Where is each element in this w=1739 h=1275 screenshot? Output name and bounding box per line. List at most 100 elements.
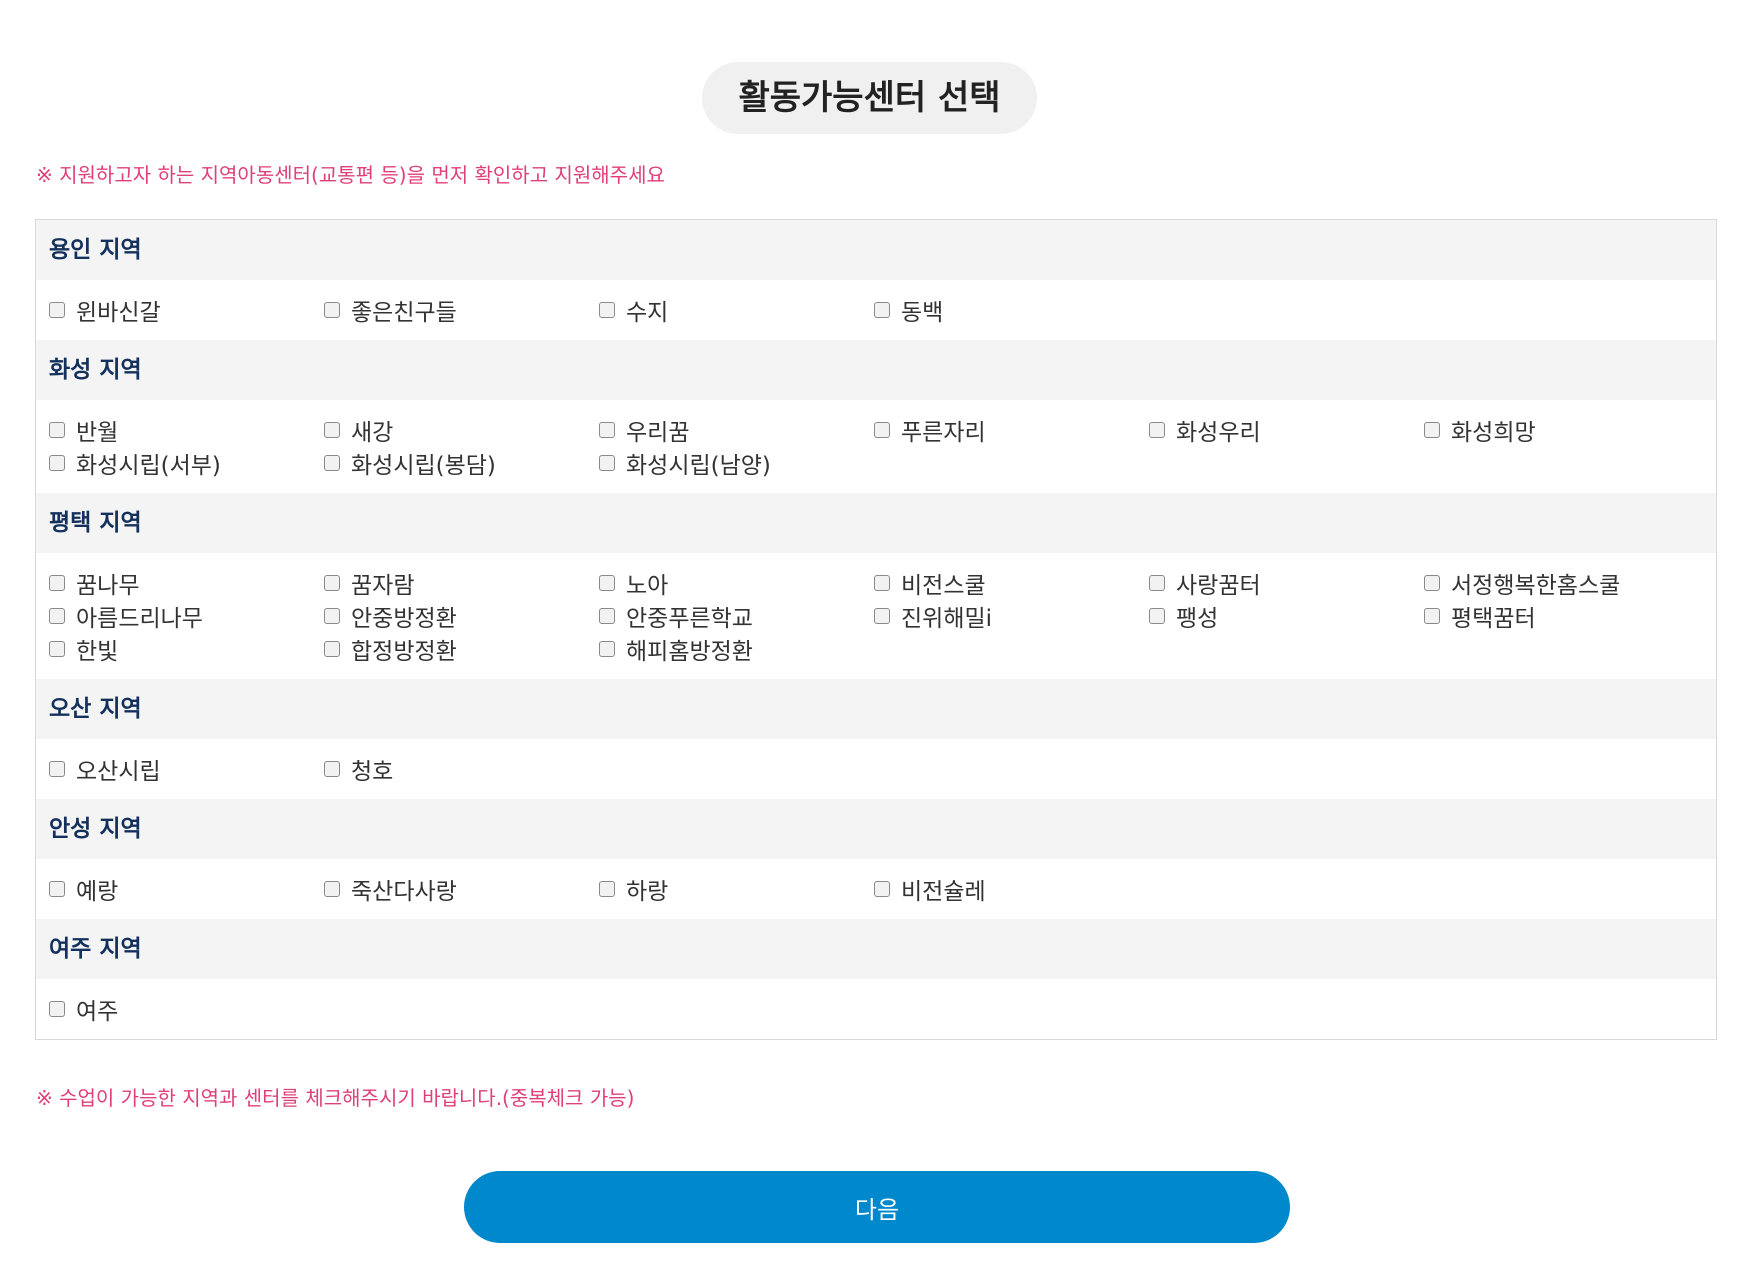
checkbox[interactable] — [324, 574, 340, 591]
region-heading-yeoju: 여주 지역 — [36, 919, 1716, 979]
center-checkbox-item[interactable]: 우리꿈 — [599, 413, 874, 446]
checkbox[interactable] — [874, 421, 890, 438]
center-checkbox-item[interactable]: 꿈나무 — [49, 566, 324, 599]
center-label: 화성시립(남양) — [626, 452, 771, 479]
center-label: 하랑 — [626, 878, 669, 905]
center-checkbox-item[interactable]: 비전스쿨 — [874, 566, 1149, 599]
center-checkbox-item[interactable]: 동백 — [874, 293, 1149, 326]
checkbox[interactable] — [599, 421, 615, 438]
region-options-osan: 오산시립 청호 — [36, 739, 1716, 799]
checkbox[interactable] — [1149, 421, 1165, 438]
next-button[interactable]: 다음 — [464, 1171, 1290, 1243]
checkbox[interactable] — [1424, 574, 1440, 591]
center-checkbox-item[interactable]: 반월 — [49, 413, 324, 446]
region-heading-hwaseong: 화성 지역 — [36, 340, 1716, 400]
center-checkbox-item[interactable]: 여주 — [49, 992, 324, 1025]
checkbox[interactable] — [599, 607, 615, 624]
center-label: 꿈나무 — [76, 572, 140, 599]
center-checkbox-item[interactable]: 화성희망 — [1424, 413, 1699, 446]
checkbox[interactable] — [49, 640, 65, 657]
checkbox[interactable] — [1424, 607, 1440, 624]
center-checkbox-item[interactable]: 푸른자리 — [874, 413, 1149, 446]
checkbox[interactable] — [1149, 607, 1165, 624]
center-checkbox-item[interactable]: 아름드리나무 — [49, 599, 324, 632]
checkbox[interactable] — [49, 421, 65, 438]
center-checkbox-item[interactable]: 화성시립(남양) — [599, 446, 874, 479]
center-label: 여주 — [76, 998, 119, 1025]
region-list: 용인 지역 윈바신갈 좋은친구들 수지 동백 화성 지역 반월 새강 우리꿈 푸… — [35, 219, 1717, 1040]
checkbox[interactable] — [49, 301, 65, 318]
checkbox[interactable] — [49, 607, 65, 624]
center-label: 화성희망 — [1451, 419, 1536, 446]
checkbox[interactable] — [324, 640, 340, 657]
checkbox[interactable] — [324, 880, 340, 897]
checkbox[interactable] — [599, 301, 615, 318]
center-checkbox-item[interactable]: 평택꿈터 — [1424, 599, 1699, 632]
center-checkbox-item[interactable]: 안중방정환 — [324, 599, 599, 632]
center-label: 꿈자람 — [351, 572, 415, 599]
checkbox[interactable] — [49, 880, 65, 897]
checkbox[interactable] — [1149, 574, 1165, 591]
center-checkbox-item[interactable]: 죽산다사랑 — [324, 872, 599, 905]
center-checkbox-item[interactable]: 예랑 — [49, 872, 324, 905]
page-title: 활동가능센터 선택 — [702, 62, 1037, 134]
checkbox[interactable] — [324, 421, 340, 438]
center-checkbox-item[interactable]: 화성우리 — [1149, 413, 1424, 446]
region-options-pyeongtaek: 꿈나무 꿈자람 노아 비전스쿨 사랑꿈터 서정행복한홈스쿨 아름드리나무 안중방… — [36, 553, 1716, 679]
center-label: 합정방정환 — [351, 638, 457, 665]
checkbox[interactable] — [874, 574, 890, 591]
center-checkbox-item[interactable]: 수지 — [599, 293, 874, 326]
center-checkbox-item[interactable]: 꿈자람 — [324, 566, 599, 599]
title-wrap: 활동가능센터 선택 — [0, 62, 1739, 134]
region-heading-pyeongtaek: 평택 지역 — [36, 493, 1716, 553]
region-options-anseong: 예랑 죽산다사랑 하랑 비전슐레 — [36, 859, 1716, 919]
checkbox[interactable] — [49, 760, 65, 777]
center-checkbox-item[interactable]: 합정방정환 — [324, 632, 599, 665]
center-checkbox-item[interactable]: 비전슐레 — [874, 872, 1149, 905]
center-checkbox-item[interactable]: 하랑 — [599, 872, 874, 905]
center-checkbox-item[interactable]: 청호 — [324, 752, 599, 785]
center-label: 오산시립 — [76, 758, 161, 785]
checkbox[interactable] — [874, 880, 890, 897]
checkbox[interactable] — [49, 454, 65, 471]
checkbox[interactable] — [324, 454, 340, 471]
checkbox[interactable] — [49, 1000, 65, 1017]
checkbox[interactable] — [1424, 421, 1440, 438]
center-checkbox-item[interactable]: 오산시립 — [49, 752, 324, 785]
region-heading-yongin: 용인 지역 — [36, 220, 1716, 280]
center-checkbox-item[interactable]: 진위해밀i — [874, 599, 1149, 632]
checkbox[interactable] — [599, 640, 615, 657]
checkbox[interactable] — [324, 760, 340, 777]
checkbox[interactable] — [324, 607, 340, 624]
center-label: 비전슐레 — [901, 878, 986, 905]
center-label: 수지 — [626, 299, 669, 326]
center-checkbox-item[interactable]: 좋은친구들 — [324, 293, 599, 326]
center-checkbox-item[interactable]: 새강 — [324, 413, 599, 446]
checkbox[interactable] — [599, 574, 615, 591]
checkbox[interactable] — [874, 607, 890, 624]
checkbox[interactable] — [599, 454, 615, 471]
center-checkbox-item[interactable]: 화성시립(봉담) — [324, 446, 599, 479]
center-checkbox-item[interactable]: 한빛 — [49, 632, 324, 665]
checkbox[interactable] — [874, 301, 890, 318]
checkbox[interactable] — [49, 574, 65, 591]
center-checkbox-item[interactable]: 해피홈방정환 — [599, 632, 874, 665]
center-label: 평택꿈터 — [1451, 605, 1536, 632]
region-heading-anseong: 안성 지역 — [36, 799, 1716, 859]
center-label: 청호 — [351, 758, 394, 785]
center-checkbox-item[interactable]: 안중푸른학교 — [599, 599, 874, 632]
checkbox[interactable] — [324, 301, 340, 318]
center-checkbox-item[interactable]: 노아 — [599, 566, 874, 599]
center-checkbox-item[interactable]: 팽성 — [1149, 599, 1424, 632]
center-label: 진위해밀i — [901, 605, 993, 632]
checkbox[interactable] — [599, 880, 615, 897]
center-checkbox-item[interactable]: 윈바신갈 — [49, 293, 324, 326]
center-label: 우리꿈 — [626, 419, 690, 446]
center-label: 해피홈방정환 — [626, 638, 753, 665]
center-label: 화성시립(서부) — [76, 452, 221, 479]
center-checkbox-item[interactable]: 서정행복한홈스쿨 — [1424, 566, 1699, 599]
center-checkbox-item[interactable]: 화성시립(서부) — [49, 446, 324, 479]
center-checkbox-item[interactable]: 사랑꿈터 — [1149, 566, 1424, 599]
center-label: 새강 — [351, 419, 394, 446]
notice-top: ※ 지원하고자 하는 지역아동센터(교통편 등)을 먼저 확인하고 지원해주세요 — [36, 163, 665, 187]
